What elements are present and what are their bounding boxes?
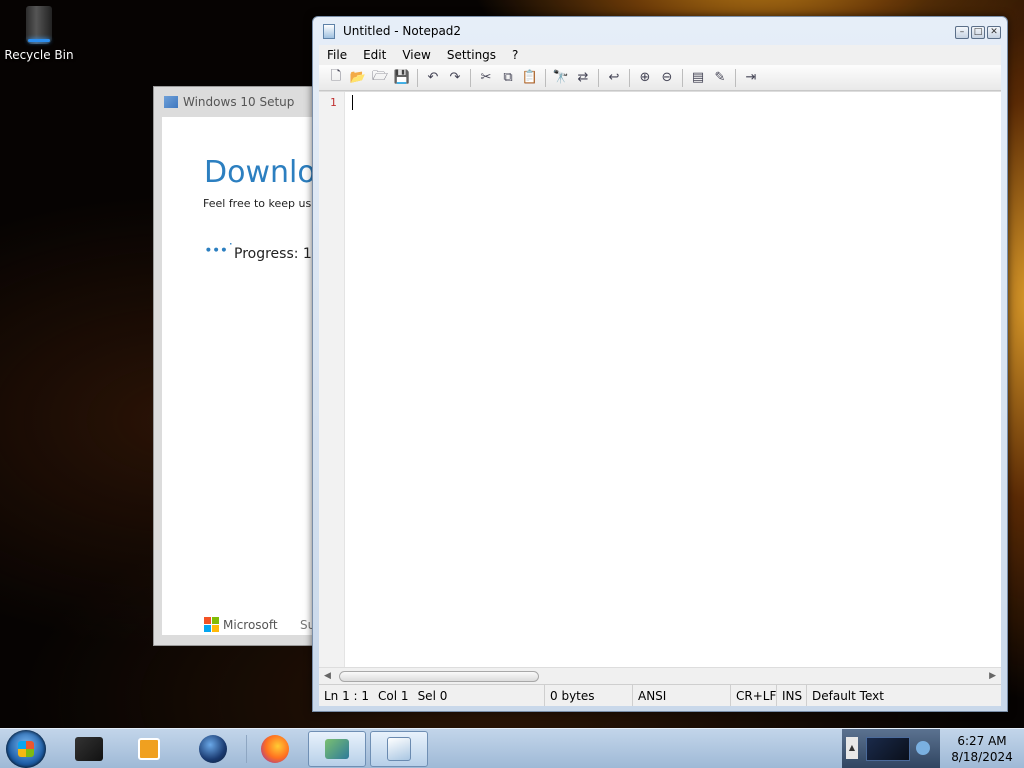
toolbar-separator — [682, 68, 683, 87]
menu-view[interactable]: View — [394, 48, 438, 62]
taskbar-app-firefox[interactable] — [246, 731, 304, 767]
menu-help[interactable]: ? — [504, 48, 526, 62]
zoom-out-icon[interactable]: ⊖ — [656, 68, 678, 88]
toolbar-separator — [629, 68, 630, 87]
taskbar-app-notepad2[interactable] — [370, 731, 428, 767]
status-encoding[interactable]: ANSI — [633, 685, 731, 706]
notepad2-window[interactable]: Untitled - Notepad2 – □ ✕ File Edit View… — [312, 16, 1008, 712]
microsoft-logo-icon — [204, 617, 219, 632]
notepad-titlebar[interactable]: Untitled - Notepad2 — [313, 17, 1007, 45]
setup-titlebar[interactable]: Windows 10 Setup — [154, 87, 322, 117]
setup-window-title: Windows 10 Setup — [183, 95, 295, 109]
show-hidden-icons-button[interactable]: ▲ — [846, 737, 858, 759]
browse-icon[interactable]: 🗁 — [369, 68, 391, 88]
file-explorer-icon — [75, 737, 103, 761]
setup-heading: Downloa — [204, 155, 322, 190]
system-tray: ▲ — [842, 729, 940, 768]
taskbar-app-globe[interactable] — [184, 731, 242, 767]
toolbar-separator — [417, 68, 418, 87]
notepad-app-icon — [323, 23, 335, 39]
toolbar-separator — [598, 68, 599, 87]
taskbar-clock[interactable]: 6:27 AM 8/18/2024 — [940, 733, 1024, 765]
menu-edit[interactable]: Edit — [355, 48, 394, 62]
zoom-in-icon[interactable]: ⊕ — [634, 68, 656, 88]
desktop-icon-recycle-bin[interactable]: Recycle Bin — [4, 6, 74, 62]
exit-icon[interactable]: ⇥ — [740, 68, 762, 88]
windows-setup-window[interactable]: Windows 10 Setup Downloa Feel free to ke… — [153, 86, 323, 646]
window-controls: – □ ✕ — [955, 26, 1001, 39]
setup-app-icon — [164, 96, 178, 108]
browser-globe-icon — [199, 735, 227, 763]
recycle-bin-icon — [26, 6, 52, 44]
microsoft-brand-text: Microsoft — [223, 617, 278, 632]
status-line: Ln 1 : 1 — [324, 688, 370, 703]
status-bar: Ln 1 : 1 Col 1 Sel 0 0 bytes ANSI CR+LF … — [319, 684, 1001, 706]
network-icon[interactable] — [866, 737, 910, 761]
line-number: 1 — [330, 96, 337, 109]
start-button[interactable] — [6, 730, 46, 768]
maximize-button[interactable]: □ — [971, 26, 985, 39]
clock-date: 8/18/2024 — [951, 750, 1013, 764]
recycle-bin-label: Recycle Bin — [4, 48, 74, 62]
taskbar-app-setup[interactable] — [308, 731, 366, 767]
volume-icon[interactable] — [916, 741, 930, 755]
media-player-icon — [138, 738, 160, 760]
undo-icon[interactable]: ↶ — [422, 68, 444, 88]
scroll-left-icon[interactable]: ◀ — [324, 671, 331, 681]
paste-icon[interactable]: 📋 — [519, 68, 541, 88]
status-position-group: Ln 1 : 1 Col 1 Sel 0 — [319, 685, 545, 706]
copy-icon[interactable]: ⧉ — [497, 68, 519, 88]
toolbar-separator — [470, 68, 471, 87]
line-number-gutter: 1 — [319, 92, 345, 667]
minimize-button[interactable]: – — [955, 26, 969, 39]
new-icon[interactable]: 🗋 — [325, 68, 347, 88]
setup-content: Downloa Feel free to keep usin ∙∙∙˙ Prog… — [162, 117, 322, 635]
toolbar-separator — [735, 68, 736, 87]
clock-time: 6:27 AM — [957, 734, 1007, 748]
taskbar: ▲ 6:27 AM 8/18/2024 — [0, 728, 1024, 768]
microsoft-logo: Microsoft — [204, 617, 278, 632]
scheme-icon[interactable]: ▤ — [687, 68, 709, 88]
customize-icon[interactable]: ✎ — [709, 68, 731, 88]
open-icon[interactable]: 📂 — [347, 68, 369, 88]
text-editor[interactable]: 1 — [319, 91, 1001, 667]
replace-icon[interactable]: ⇄ — [572, 68, 594, 88]
taskbar-app-media[interactable] — [120, 731, 178, 767]
find-icon[interactable]: 🔭 — [550, 68, 572, 88]
status-scheme[interactable]: Default Text — [807, 685, 884, 706]
status-selection: Sel 0 — [417, 688, 448, 703]
save-icon[interactable]: 💾 — [391, 68, 413, 88]
scrollbar-thumb[interactable] — [339, 671, 539, 682]
status-line-endings[interactable]: CR+LF — [731, 685, 777, 706]
setup-icon — [325, 739, 349, 759]
text-caret — [352, 95, 353, 110]
cut-icon[interactable]: ✂ — [475, 68, 497, 88]
menu-file[interactable]: File — [319, 48, 355, 62]
word-wrap-icon[interactable]: ↩ — [603, 68, 625, 88]
status-size: 0 bytes — [545, 685, 633, 706]
notepad-window-title: Untitled - Notepad2 — [343, 24, 462, 38]
status-column: Col 1 — [378, 688, 409, 703]
menu-bar: File Edit View Settings ? — [319, 45, 1001, 65]
firefox-icon — [261, 735, 289, 763]
menu-settings[interactable]: Settings — [439, 48, 504, 62]
setup-subtext: Feel free to keep usin — [203, 197, 322, 210]
horizontal-scrollbar[interactable]: ◀ ▶ — [319, 667, 1001, 684]
setup-progress-text: Progress: 17 — [234, 246, 321, 262]
notepad2-icon — [387, 737, 411, 761]
toolbar-separator — [545, 68, 546, 87]
redo-icon[interactable]: ↷ — [444, 68, 466, 88]
loading-spinner-icon: ∙∙∙˙ — [204, 242, 234, 258]
scroll-right-icon[interactable]: ▶ — [989, 671, 996, 681]
toolbar: 🗋 📂 🗁 💾 ↶ ↷ ✂ ⧉ 📋 🔭 ⇄ ↩ ⊕ ⊖ ▤ ✎ ⇥ — [319, 65, 1001, 91]
close-button[interactable]: ✕ — [987, 26, 1001, 39]
taskbar-app-explorer[interactable] — [60, 731, 118, 767]
status-insert-mode[interactable]: INS — [777, 685, 807, 706]
